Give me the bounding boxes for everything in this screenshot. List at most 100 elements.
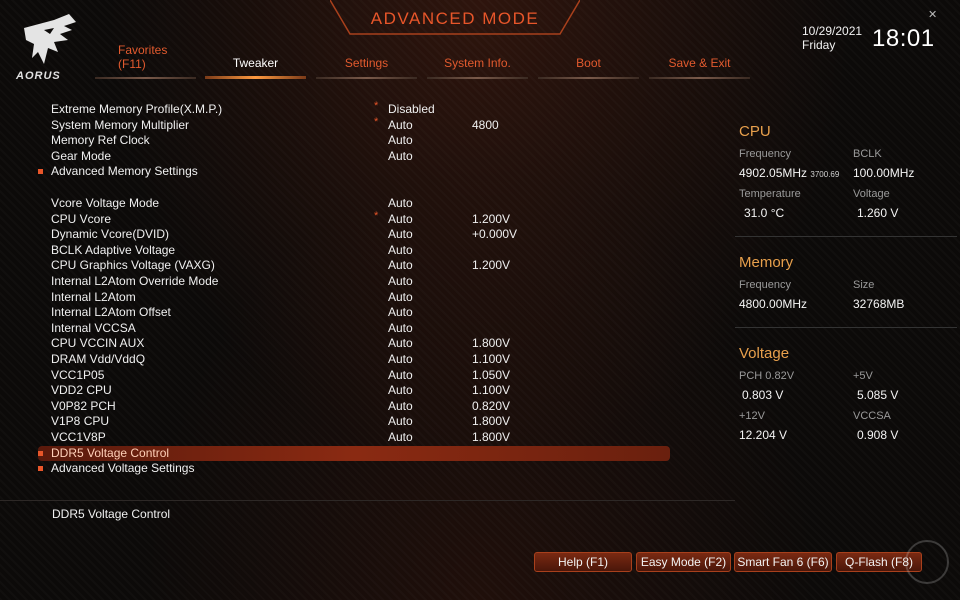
setting-label: BCLK Adaptive Voltage xyxy=(51,242,176,257)
setting-value[interactable]: Auto xyxy=(388,133,413,149)
setting-value[interactable]: Auto xyxy=(388,399,413,415)
setting-value[interactable]: Auto xyxy=(388,383,413,399)
setting-row[interactable]: Advanced Voltage Settings xyxy=(38,461,670,477)
tab-boot[interactable]: Boot xyxy=(538,56,639,79)
setting-current-value: 1.100V xyxy=(472,352,511,366)
tab-tweaker[interactable]: Tweaker xyxy=(205,56,306,79)
setting-value[interactable]: Auto xyxy=(388,212,413,228)
cpu-bclk-value: 100.00MHz xyxy=(853,166,915,180)
cpu-frequency-label: Frequency xyxy=(739,148,791,160)
setting-row[interactable]: DDR5 Voltage Control xyxy=(38,445,670,462)
setting-row[interactable]: Internal L2Atom Offset Auto xyxy=(38,305,670,321)
setting-value[interactable]: Auto xyxy=(388,274,413,290)
setting-row[interactable]: Memory Ref Clock Auto xyxy=(38,133,670,149)
setting-row[interactable]: BCLK Adaptive Voltage Auto xyxy=(38,243,670,259)
setting-label: Advanced Voltage Settings xyxy=(51,461,195,476)
setting-row[interactable]: Dynamic Vcore(DVID) Auto +0.000V xyxy=(38,227,670,243)
tab-favorites-key: (F11) xyxy=(118,57,146,71)
vccsa-voltage-value: 0.908 V xyxy=(857,428,899,442)
setting-row[interactable]: V0P82 PCH Auto 0.820V xyxy=(38,399,670,415)
cpu-panel-title: CPU xyxy=(739,123,771,140)
setting-label: Internal L2Atom Offset xyxy=(51,305,171,320)
setting-value[interactable]: Auto xyxy=(388,196,413,212)
setting-row[interactable]: CPU VCCIN AUX Auto 1.800V xyxy=(38,336,670,352)
setting-label: Internal L2Atom Override Mode xyxy=(51,274,219,288)
setting-label: V1P8 CPU xyxy=(51,414,110,429)
smart-fan-button[interactable]: Smart Fan 6 (F6) xyxy=(734,552,832,572)
pch-voltage-label: PCH 0.82V xyxy=(739,370,795,382)
setting-current-value: 4800 xyxy=(472,117,499,132)
setting-value[interactable]: Auto xyxy=(388,149,413,165)
setting-row[interactable]: VCC1V8P Auto 1.800V xyxy=(38,430,670,446)
memory-size-value: 32768MB xyxy=(853,297,905,311)
setting-value[interactable]: Auto xyxy=(388,352,413,368)
setting-row[interactable]: Vcore Voltage Mode Auto xyxy=(38,196,670,212)
brand-logo-text: AORUS xyxy=(16,70,61,82)
setting-value[interactable]: Auto xyxy=(388,414,413,430)
setting-current-value: 1.200V xyxy=(472,211,511,226)
submenu-bullet-icon xyxy=(38,466,43,472)
help-button[interactable]: Help (F1) xyxy=(534,552,632,572)
cpu-temperature-value: 31.0 °C xyxy=(744,206,785,220)
setting-row[interactable]: Extreme Memory Profile(X.M.P.) * Disabled xyxy=(38,100,670,118)
setting-value[interactable]: Auto xyxy=(388,336,413,352)
setting-row[interactable]: Internal L2Atom Auto xyxy=(38,290,670,306)
setting-value[interactable]: Auto xyxy=(388,227,413,243)
setting-label: CPU Vcore xyxy=(51,211,112,226)
tab-favorites-label: Favorites xyxy=(118,43,168,57)
setting-current-value: +0.000V xyxy=(472,227,518,242)
easy-mode-button[interactable]: Easy Mode (F2) xyxy=(636,552,731,572)
p12v-voltage-value: 12.204 V xyxy=(739,428,788,442)
setting-label: Advanced Memory Settings xyxy=(51,164,198,179)
setting-label: Vcore Voltage Mode xyxy=(51,196,160,210)
cpu-temperature-label: Temperature xyxy=(739,188,801,200)
memory-separator xyxy=(735,327,957,328)
setting-row[interactable]: Internal VCCSA Auto xyxy=(38,321,670,337)
setting-value[interactable]: Auto xyxy=(388,118,413,134)
cpu-voltage-value: 1.260 V xyxy=(857,206,899,220)
tab-save-exit[interactable]: Save & Exit xyxy=(649,56,750,79)
tab-favorites[interactable]: Favorites (F11) xyxy=(95,43,196,79)
setting-row[interactable]: V1P8 CPU Auto 1.800V xyxy=(38,414,670,430)
page-title: ADVANCED MODE xyxy=(370,9,540,28)
modified-star-icon: * xyxy=(374,115,379,128)
setting-row[interactable]: VDD2 CPU Auto 1.100V xyxy=(38,383,670,399)
setting-value[interactable]: Auto xyxy=(388,290,413,306)
setting-value[interactable]: Auto xyxy=(388,430,413,446)
setting-row[interactable]: DRAM Vdd/VddQ Auto 1.100V xyxy=(38,352,670,368)
cpu-frequency-secondary: 3700.69 xyxy=(810,170,840,179)
setting-value[interactable]: Auto xyxy=(388,368,413,384)
setting-label: Internal VCCSA xyxy=(51,320,136,335)
setting-value[interactable]: Auto xyxy=(388,305,413,321)
setting-row[interactable]: CPU Vcore * Auto 1.200V xyxy=(38,210,670,228)
submenu-bullet-icon xyxy=(38,169,43,175)
setting-label: Memory Ref Clock xyxy=(51,133,150,148)
setting-value[interactable]: Auto xyxy=(388,321,413,337)
cpu-voltage-label: Voltage xyxy=(853,188,890,200)
tab-system-info[interactable]: System Info. xyxy=(427,56,528,79)
submenu-bullet-icon xyxy=(38,450,43,456)
setting-row[interactable]: Advanced Memory Settings xyxy=(38,164,670,180)
setting-row[interactable]: System Memory Multiplier * Auto 4800 xyxy=(38,115,670,134)
setting-row[interactable]: Gear Mode Auto xyxy=(38,149,670,165)
setting-label: Internal L2Atom xyxy=(51,289,136,304)
description-divider xyxy=(0,500,735,501)
setting-value[interactable]: Disabled xyxy=(388,102,435,118)
p12v-voltage-label: +12V xyxy=(739,410,765,422)
setting-value[interactable]: Auto xyxy=(388,258,413,274)
setting-value[interactable]: Auto xyxy=(388,243,413,259)
p5v-voltage-value: 5.085 V xyxy=(857,388,899,402)
setting-label: VCC1V8P xyxy=(51,430,106,444)
p5v-voltage-label: +5V xyxy=(853,370,873,382)
watermark-circle-icon xyxy=(905,540,949,584)
setting-label: VDD2 CPU xyxy=(51,383,112,398)
setting-row[interactable]: CPU Graphics Voltage (VAXG) Auto 1.200V xyxy=(38,258,670,274)
tab-settings[interactable]: Settings xyxy=(316,56,417,79)
setting-label: CPU VCCIN AUX xyxy=(51,336,145,351)
setting-current-value: 1.050V xyxy=(472,367,511,382)
setting-current-value: 1.200V xyxy=(472,258,511,273)
close-icon[interactable]: ✕ xyxy=(928,10,938,21)
setting-row[interactable]: Internal L2Atom Override Mode Auto xyxy=(38,274,670,290)
clock-display: 18:01 xyxy=(872,25,935,52)
setting-row[interactable]: VCC1P05 Auto 1.050V xyxy=(38,368,670,384)
